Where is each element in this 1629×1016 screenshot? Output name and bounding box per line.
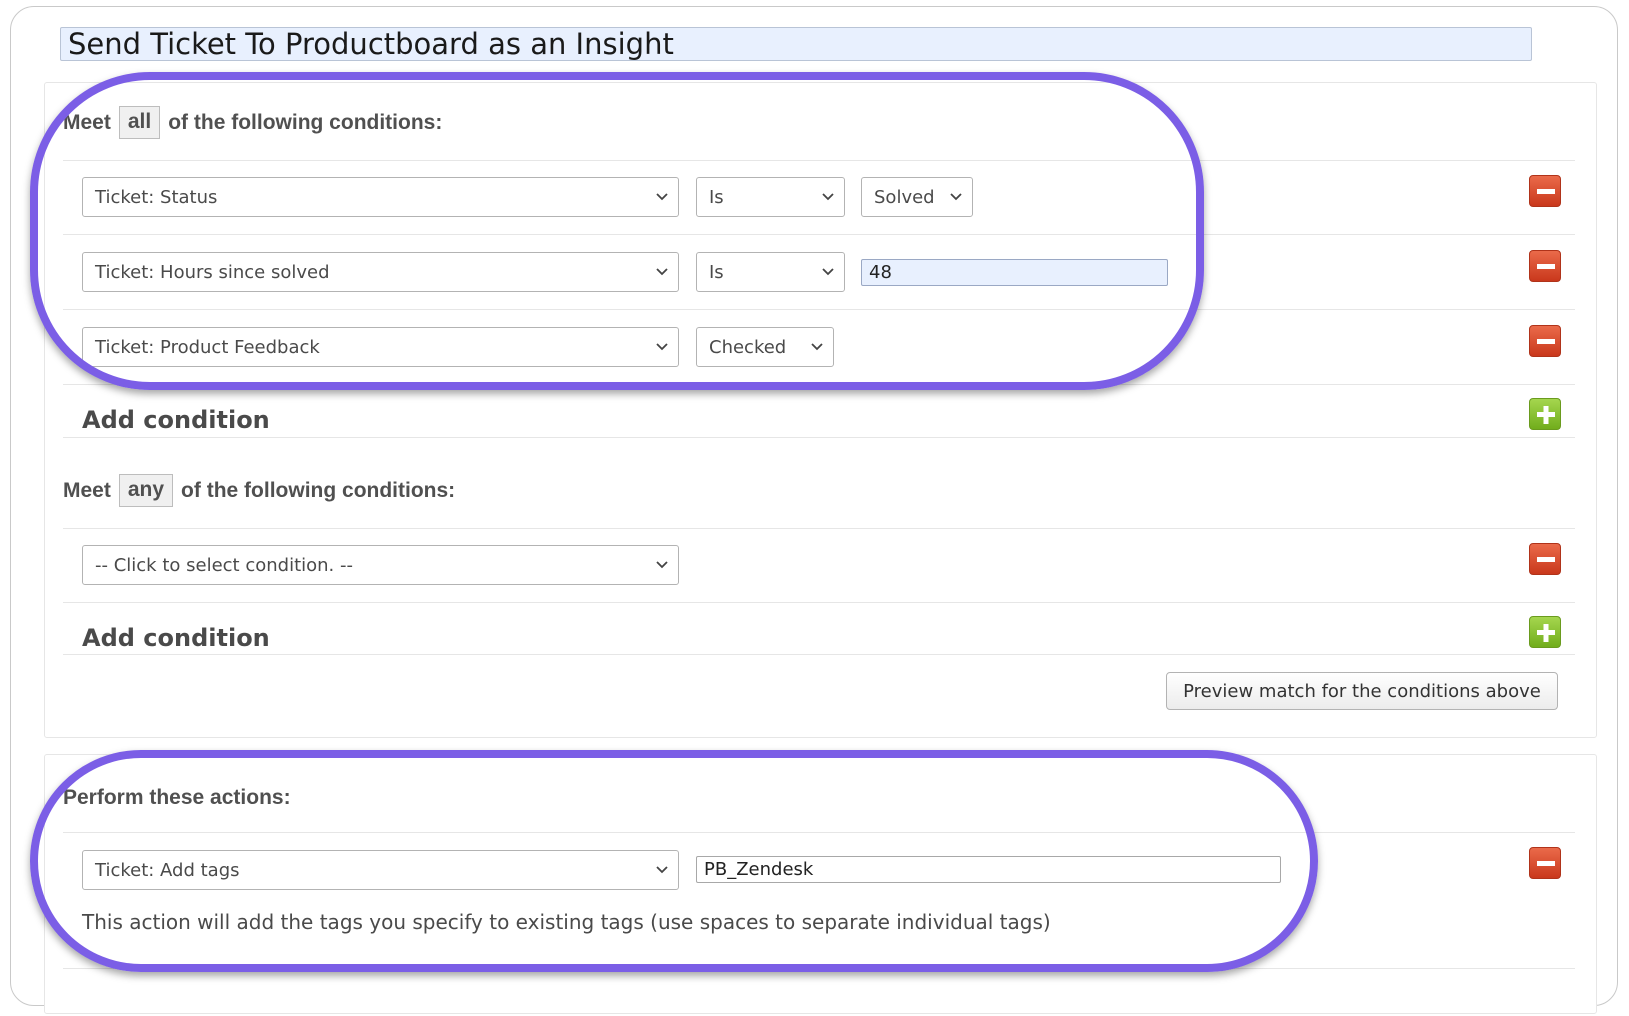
match-all-toggle[interactable]: all — [118, 106, 161, 139]
heading-suffix: of the following conditions: — [168, 110, 443, 134]
select-value: Solved — [874, 186, 935, 208]
remove-condition-button[interactable] — [1529, 543, 1561, 575]
select-value: Checked — [709, 336, 787, 358]
divider — [63, 528, 1575, 529]
chevron-down-icon — [811, 343, 823, 351]
divider — [63, 654, 1575, 655]
remove-action-button[interactable] — [1529, 847, 1561, 879]
divider — [63, 832, 1575, 833]
select-value: Ticket: Hours since solved — [95, 261, 330, 283]
all-conditions-heading: Meet all of the following conditions: — [63, 106, 442, 139]
chevron-down-icon — [822, 268, 834, 276]
divider — [63, 160, 1575, 161]
any-conditions-heading: Meet any of the following conditions: — [63, 474, 455, 507]
chevron-down-icon — [822, 193, 834, 201]
select-value: Ticket: Product Feedback — [95, 336, 320, 358]
chevron-down-icon — [656, 268, 668, 276]
select-value: Ticket: Status — [95, 186, 218, 208]
select-value: Ticket: Add tags — [95, 859, 240, 881]
condition-value-input[interactable]: 48 — [861, 259, 1168, 286]
minus-icon — [1537, 264, 1555, 269]
condition-operator-select[interactable]: Is — [696, 252, 845, 292]
chevron-down-icon — [656, 193, 668, 201]
condition-field-select[interactable]: Ticket: Product Feedback — [82, 327, 679, 367]
remove-condition-button[interactable] — [1529, 175, 1561, 207]
trigger-title-input[interactable]: Send Ticket To Productboard as an Insigh… — [60, 27, 1532, 61]
chevron-down-icon — [950, 193, 962, 201]
divider — [63, 968, 1575, 969]
minus-icon — [1537, 861, 1555, 866]
condition-operator-select[interactable]: Is — [696, 177, 845, 217]
divider — [63, 234, 1575, 235]
condition-field-select[interactable]: -- Click to select condition. -- — [82, 545, 679, 585]
preview-match-button[interactable]: Preview match for the conditions above — [1166, 672, 1558, 710]
match-any-toggle[interactable]: any — [118, 474, 174, 507]
add-condition-label[interactable]: Add condition — [82, 406, 270, 434]
action-select[interactable]: Ticket: Add tags — [82, 850, 679, 890]
chevron-down-icon — [656, 343, 668, 351]
plus-icon — [1537, 406, 1555, 424]
chevron-down-icon — [656, 561, 668, 569]
condition-field-select[interactable]: Ticket: Hours since solved — [82, 252, 679, 292]
add-condition-label[interactable]: Add condition — [82, 624, 270, 652]
select-value: Is — [709, 261, 724, 283]
remove-condition-button[interactable] — [1529, 250, 1561, 282]
minus-icon — [1537, 189, 1555, 194]
minus-icon — [1537, 557, 1555, 562]
actions-heading: Perform these actions: — [63, 786, 291, 809]
add-condition-button[interactable] — [1529, 398, 1561, 430]
heading-prefix: Meet — [63, 110, 111, 134]
select-value: Is — [709, 186, 724, 208]
condition-operator-select[interactable]: Checked — [696, 327, 834, 367]
divider — [63, 437, 1575, 438]
chevron-down-icon — [656, 866, 668, 874]
remove-condition-button[interactable] — [1529, 325, 1561, 357]
select-value: -- Click to select condition. -- — [95, 554, 353, 576]
condition-value-select[interactable]: Solved — [861, 177, 973, 217]
action-help-text: This action will add the tags you specif… — [82, 910, 1051, 934]
divider — [63, 384, 1575, 385]
heading-suffix: of the following conditions: — [181, 478, 456, 502]
minus-icon — [1537, 339, 1555, 344]
plus-icon — [1537, 624, 1555, 642]
condition-field-select[interactable]: Ticket: Status — [82, 177, 679, 217]
add-condition-button[interactable] — [1529, 616, 1561, 648]
heading-prefix: Meet — [63, 478, 111, 502]
tags-input[interactable]: PB_Zendesk — [696, 856, 1281, 883]
divider — [63, 309, 1575, 310]
divider — [63, 602, 1575, 603]
